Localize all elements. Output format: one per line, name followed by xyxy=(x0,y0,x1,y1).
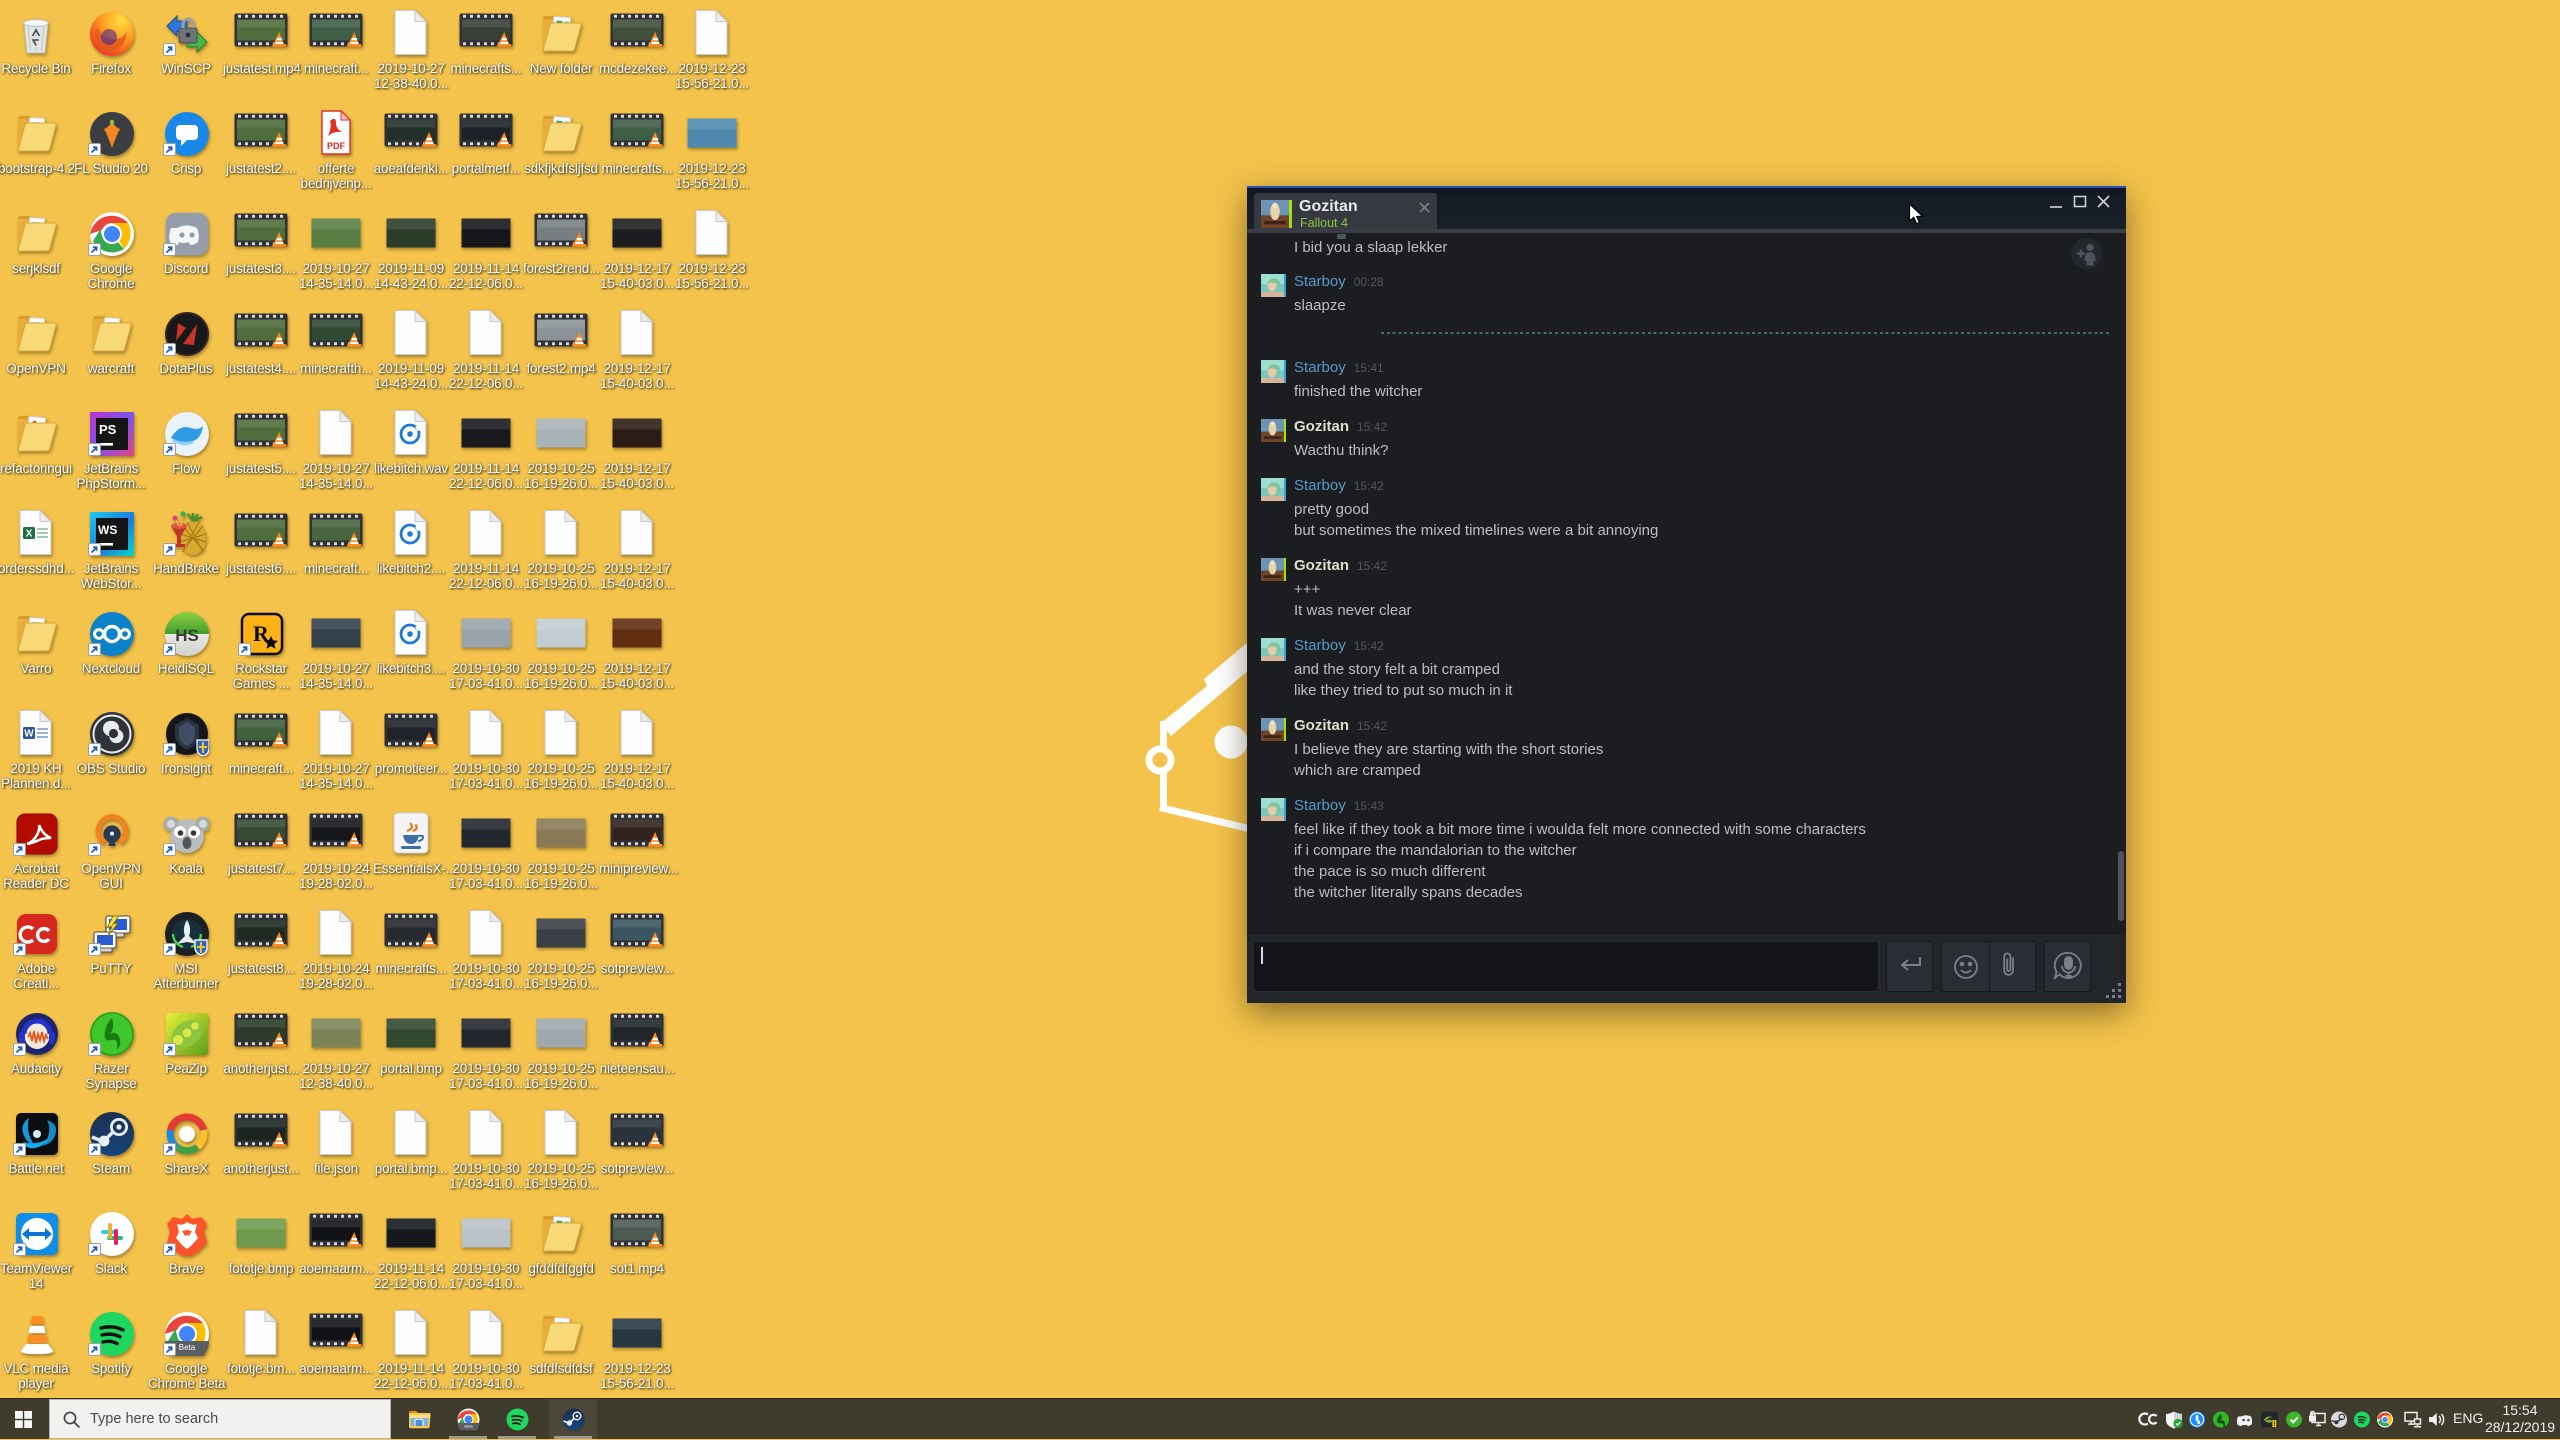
svg-text:!: ! xyxy=(2273,1421,2275,1428)
svg-text:W: W xyxy=(24,729,34,740)
svg-text:PS: PS xyxy=(99,422,117,437)
svg-text:PDF: PDF xyxy=(327,141,346,151)
svg-text:HS: HS xyxy=(175,626,199,645)
svg-text:Beta: Beta xyxy=(179,1343,196,1352)
svg-text:WS: WS xyxy=(98,523,117,537)
svg-text:X: X xyxy=(26,529,33,540)
